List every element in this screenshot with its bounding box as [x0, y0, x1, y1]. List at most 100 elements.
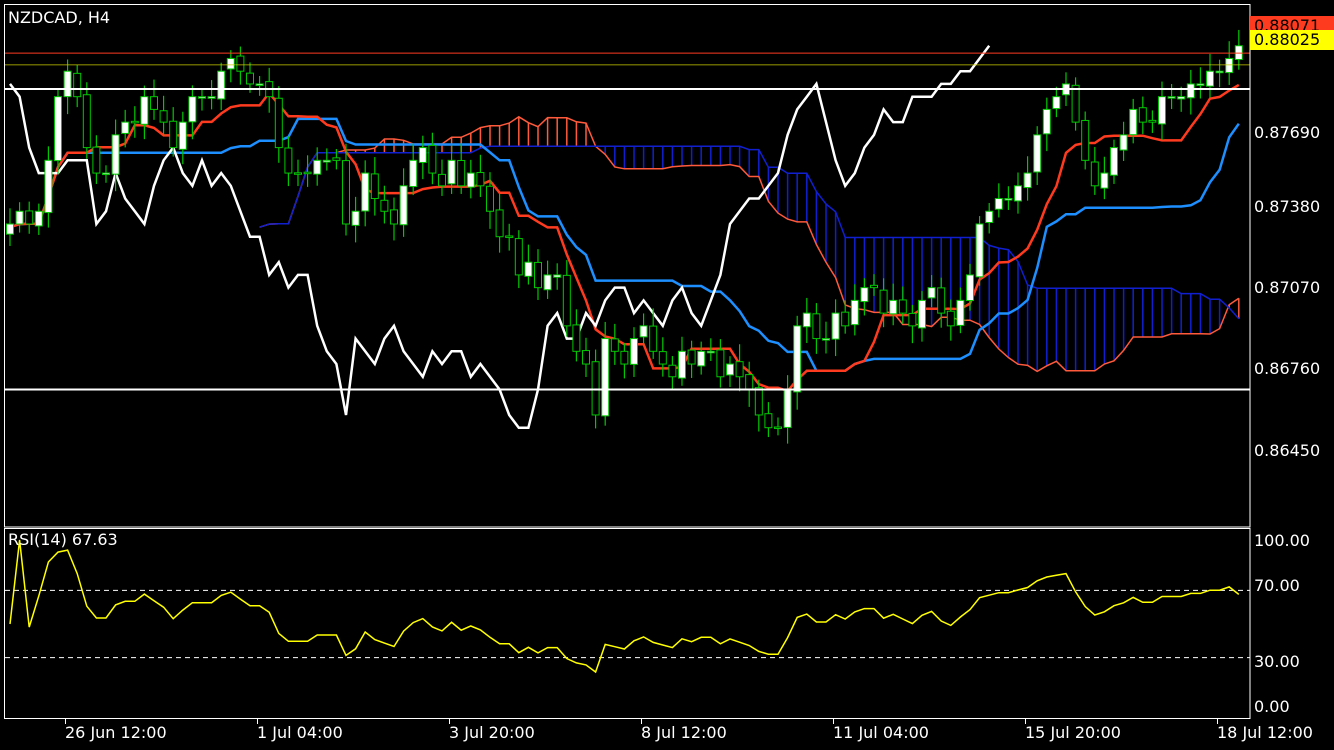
candle-body [620, 350, 629, 365]
candle-body [380, 199, 389, 212]
candle-body [1196, 83, 1205, 86]
candle-body [399, 185, 408, 226]
candle-body [850, 299, 859, 326]
candle-body [534, 261, 542, 289]
candle-body [764, 413, 773, 429]
candle-body [121, 121, 130, 134]
candle-body [514, 238, 523, 276]
candle-body [246, 72, 254, 85]
candle-body [274, 97, 283, 149]
candle-body [466, 172, 475, 188]
candle-body [841, 311, 850, 327]
candle-body [1014, 185, 1022, 202]
candle-body [956, 299, 965, 326]
candle-body [294, 172, 302, 175]
candle-body [313, 159, 322, 175]
symbol-label: NZDCAD, H4 [8, 8, 111, 27]
candle-body [1042, 108, 1051, 135]
candle-body [898, 299, 907, 314]
rsi-tick: 70.00 [1254, 576, 1300, 595]
candle-body [226, 57, 235, 70]
candle-body [1129, 108, 1138, 136]
candle-body [82, 94, 91, 149]
time-tick: 15 Jul 20:00 [1025, 723, 1121, 742]
candle-body [322, 159, 331, 163]
candle-body [1167, 96, 1176, 99]
candle-body [255, 83, 264, 86]
candle-body [1110, 147, 1118, 176]
candle-body [73, 72, 82, 98]
candle-body [303, 171, 312, 175]
time-tick: 3 Jul 20:00 [449, 723, 535, 742]
candle-body [630, 338, 638, 365]
candle-body [985, 210, 994, 223]
candle-body [706, 350, 715, 354]
candle-body [908, 312, 917, 327]
candle-body [438, 173, 446, 187]
candle-body [1033, 134, 1042, 173]
ichimoku-cloud [259, 115, 1240, 373]
candle-body [591, 361, 600, 416]
candle-body [1206, 70, 1214, 87]
candle-body [754, 387, 763, 416]
candle-body [1138, 107, 1147, 123]
candle-body [658, 351, 667, 365]
time-tick: 26 Jun 12:00 [65, 723, 167, 742]
main-panel-frame [4, 4, 1251, 528]
candle-body [870, 284, 878, 289]
candle-body [1052, 96, 1061, 110]
candle-body [457, 159, 466, 187]
candle-body [207, 96, 216, 99]
candle-body [130, 120, 139, 124]
candle-body [927, 287, 936, 299]
candle-body [1119, 134, 1128, 151]
candle-body [918, 299, 926, 329]
candle-body [198, 96, 206, 99]
rsi-line [9, 539, 1240, 674]
candle-body [332, 157, 341, 161]
candle-body [946, 310, 955, 327]
candle-body [562, 274, 571, 327]
candle-body [975, 223, 984, 278]
candle-body [889, 299, 898, 315]
candle-body [937, 287, 946, 314]
candle-body [1215, 70, 1224, 74]
candle-body [1225, 57, 1234, 74]
candle-body [1186, 83, 1195, 99]
candle-body [802, 312, 811, 328]
candle-body [54, 96, 62, 162]
rsi-label: RSI(14) 67.63 [8, 530, 118, 549]
candle-body [418, 147, 427, 163]
price-tick: 0.87690 [1254, 123, 1321, 142]
price-tick: 0.86450 [1254, 441, 1321, 460]
chart-canvas [4, 4, 1251, 719]
candle-body [6, 223, 14, 235]
price-tick: 0.87380 [1254, 197, 1321, 216]
candle-body [428, 144, 437, 174]
candle-body [879, 289, 888, 314]
candle-body [1004, 198, 1013, 201]
candle-body [1100, 172, 1109, 189]
candle-body [140, 96, 149, 125]
candle-body [34, 210, 43, 227]
candle-body [159, 110, 168, 123]
candle-body [351, 210, 360, 226]
candle-body [745, 374, 754, 390]
candle-body [390, 209, 398, 225]
candle-body [812, 313, 821, 340]
candle-body [495, 209, 504, 238]
candle-body [370, 173, 379, 200]
rsi-panel [5, 539, 1250, 674]
candle-body [178, 121, 187, 150]
candle-body [236, 55, 245, 72]
candle-body [447, 159, 456, 185]
time-tick: 18 Jul 12:00 [1217, 723, 1313, 742]
candle-body [284, 147, 293, 174]
time-tick: 1 Jul 04:00 [257, 723, 343, 742]
candle-body [572, 324, 581, 352]
candle-body [774, 426, 782, 429]
price-tick: 0.87070 [1254, 278, 1321, 297]
candle-body [15, 210, 24, 225]
rsi-tick: 100.00 [1254, 531, 1310, 550]
candle-body [831, 312, 840, 340]
